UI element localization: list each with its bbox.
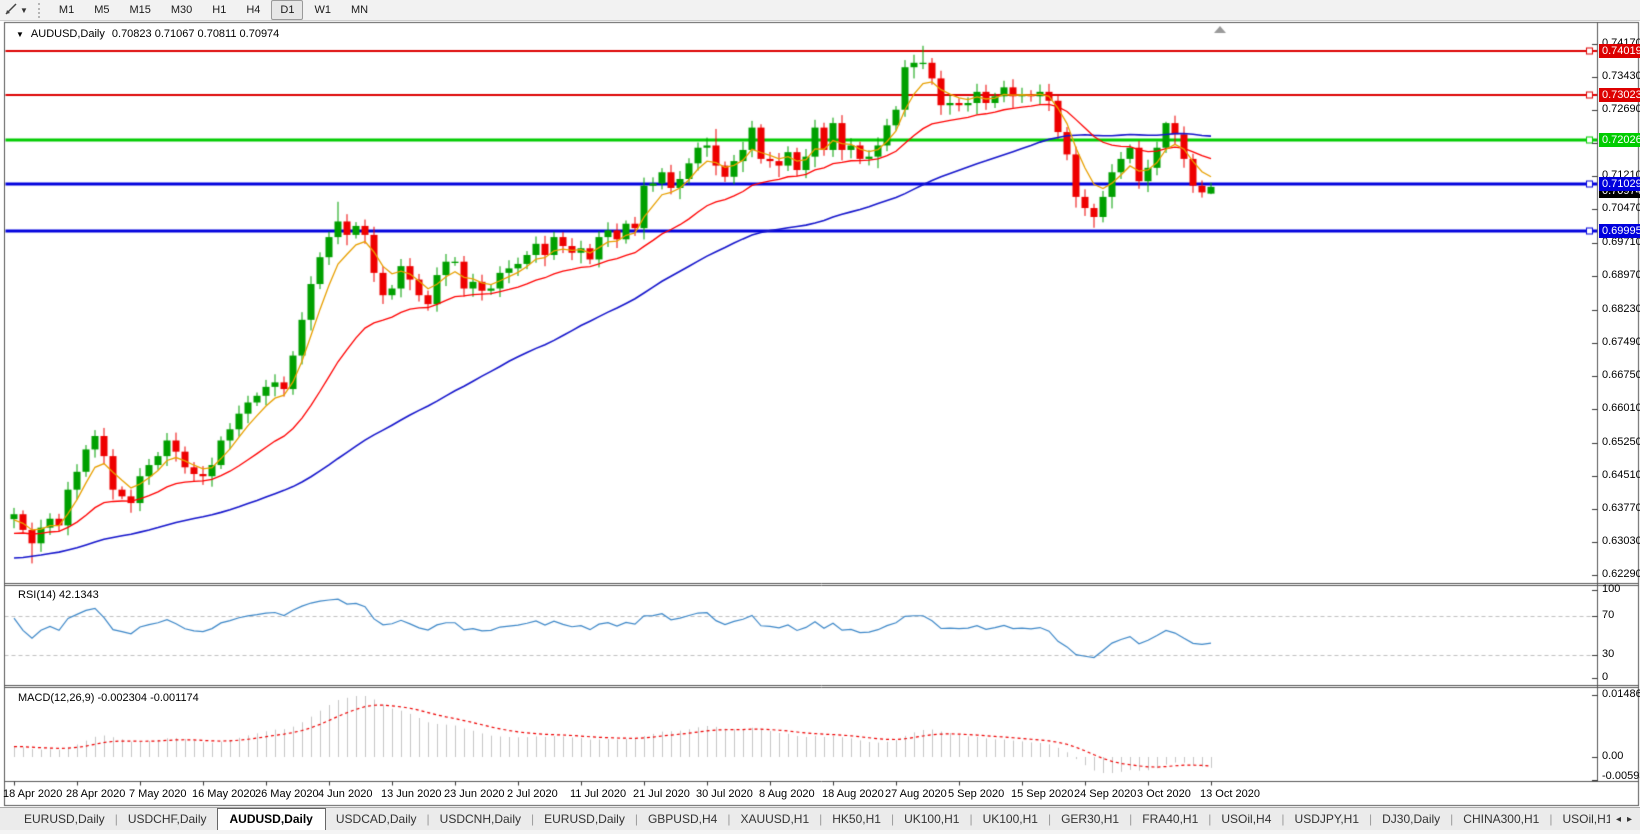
date-label: 4 Jun 2020 <box>318 788 373 800</box>
chart-tab[interactable]: UK100,H1 <box>973 809 1048 829</box>
timeframe-button-m1[interactable]: M1 <box>50 0 83 20</box>
chart-tab[interactable]: AUDUSD,Daily <box>216 808 326 830</box>
date-label: 2 Jul 2020 <box>507 788 558 800</box>
mt4-application-window: ▼ M1 M5 M15 M30 H1 H4 D1 W1 MN ▼ AUDUSD,Daily 0.… <box>0 0 1640 834</box>
date-label: 8 Aug 2020 <box>759 788 815 800</box>
symbol-dropdown-icon[interactable]: ▼ <box>16 30 24 39</box>
date-label: 27 Aug 2020 <box>885 788 947 800</box>
date-label: 13 Jun 2020 <box>381 788 442 800</box>
date-label: 16 May 2020 <box>192 788 256 800</box>
date-label: 15 Sep 2020 <box>1011 788 1074 800</box>
chart-tab[interactable]: USDJPY,H1 <box>1285 809 1369 829</box>
date-label: 30 Jul 2020 <box>696 788 753 800</box>
chart-title: ▼ AUDUSD,Daily 0.70823 0.71067 0.70811 0… <box>16 28 279 40</box>
tab-scroll-arrows: ◂ ▸ <box>1609 808 1638 830</box>
price-tick-label: 0.62290 <box>1602 568 1640 581</box>
rsi-axis-label: 70 <box>1602 609 1615 621</box>
timeframe-button-h1[interactable]: H1 <box>203 0 235 20</box>
ohlc-quote-values: 0.70823 0.71067 0.70811 0.70974 <box>111 28 280 40</box>
timeframe-button-group: M1 M5 M15 M30 H1 H4 D1 W1 MN <box>49 0 378 20</box>
rsi-indicator-label: RSI(14) 42.1343 <box>18 589 99 601</box>
timeframe-button-m30[interactable]: M30 <box>162 0 201 20</box>
hline-price-badge: 0.72026 <box>1599 132 1640 147</box>
date-label: 18 Aug 2020 <box>822 788 884 800</box>
price-tick-label: 0.69710 <box>1602 236 1640 249</box>
rsi-axis-label: 30 <box>1602 648 1615 660</box>
hline-price-badge: 0.71029 <box>1599 177 1640 192</box>
price-tick-label: 0.64510 <box>1602 468 1640 481</box>
timeframe-button-w1[interactable]: W1 <box>305 0 340 20</box>
timeframe-button-h4[interactable]: H4 <box>237 0 269 20</box>
chart-tab[interactable]: UK100,H1 <box>894 809 969 829</box>
symbol-timeframe-label: AUDUSD,Daily <box>30 28 105 40</box>
timeframe-button-m15[interactable]: M15 <box>120 0 159 20</box>
chart-tab[interactable]: USDCAD,Daily <box>326 809 427 829</box>
hline-price-badge: 0.73023 <box>1599 88 1640 103</box>
timeframe-button-m5[interactable]: M5 <box>85 0 118 20</box>
date-label: 7 May 2020 <box>129 788 187 800</box>
date-label: 18 Apr 2020 <box>3 788 63 800</box>
hline-price-badge: 0.69995 <box>1599 223 1640 238</box>
price-tick-label: 0.63030 <box>1602 534 1640 547</box>
line-tool-button[interactable]: ▼ <box>0 2 32 19</box>
macd-indicator-label: MACD(12,26,9) -0.002304 -0.001174 <box>18 692 199 704</box>
price-tick-label: 0.68970 <box>1602 269 1640 282</box>
tab-scroll-left-button[interactable]: ◂ <box>1616 814 1621 825</box>
date-label: 11 Jul 2020 <box>570 788 627 800</box>
macd-axis-label: 0.00 <box>1602 750 1624 762</box>
date-label: 28 Apr 2020 <box>66 788 126 800</box>
trendline-cursor-icon <box>4 2 18 19</box>
chart-tab[interactable]: USDCHF,Daily <box>118 809 217 829</box>
chart-tab[interactable]: EURUSD,Daily <box>14 809 115 829</box>
status-strip <box>0 830 1640 834</box>
price-tick-label: 0.68230 <box>1602 302 1640 315</box>
price-tick-label: 0.70470 <box>1602 202 1640 215</box>
timeframe-button-mn[interactable]: MN <box>342 0 377 20</box>
price-tick-label: 0.73430 <box>1602 70 1640 83</box>
rsi-axis-label: 100 <box>1602 583 1621 595</box>
tab-scroll-right-button[interactable]: ▸ <box>1627 814 1632 825</box>
timeframe-toolbar: ▼ M1 M5 M15 M30 H1 H4 D1 W1 MN <box>0 0 1640 21</box>
date-label: 24 Sep 2020 <box>1074 788 1137 800</box>
chevron-down-icon: ▼ <box>20 5 28 15</box>
price-tick-label: 0.65250 <box>1602 435 1640 448</box>
chart-tab[interactable]: USDCNH,Daily <box>430 809 531 829</box>
price-tick-label: 0.66010 <box>1602 401 1640 414</box>
chart-tab[interactable]: CHINA300,H1 <box>1453 809 1549 829</box>
chart-area[interactable] <box>0 0 1640 834</box>
chart-tab[interactable]: HK50,H1 <box>822 809 891 829</box>
chart-tab[interactable]: USOil,H4 <box>1211 809 1281 829</box>
date-label: 21 Jul 2020 <box>633 788 690 800</box>
price-tick-label: 0.66750 <box>1602 368 1640 381</box>
chart-tab-bar: EURUSD,Daily | USDCHF,Daily AUDUSD,Daily USD… <box>0 807 1640 830</box>
toolbar-grip-handle[interactable] <box>37 2 43 18</box>
macd-axis-label: -0.005938 <box>1602 770 1640 782</box>
date-label: 23 Jun 2020 <box>444 788 505 800</box>
date-label: 3 Oct 2020 <box>1137 788 1191 800</box>
hline-price-badge: 0.74019 <box>1599 43 1640 58</box>
price-tick-label: 0.63770 <box>1602 501 1640 514</box>
chart-tab[interactable]: EURUSD,Daily <box>534 809 635 829</box>
timeframe-button-d1[interactable]: D1 <box>271 0 304 20</box>
price-tick-label: 0.72690 <box>1602 103 1640 116</box>
rsi-axis-label: 0 <box>1602 671 1609 683</box>
date-label: 26 May 2020 <box>255 788 319 800</box>
chart-tab[interactable]: GBPUSD,H4 <box>638 809 727 829</box>
date-label: 5 Sep 2020 <box>948 788 1005 800</box>
macd-axis-label: 0.014861 <box>1602 687 1640 700</box>
chart-tab[interactable]: XAUUSD,H1 <box>730 809 819 829</box>
date-label: 13 Oct 2020 <box>1200 788 1260 800</box>
chart-tab[interactable]: DJ30,Daily <box>1372 809 1450 829</box>
price-tick-label: 0.67490 <box>1602 335 1640 348</box>
chart-tab[interactable]: FRA40,H1 <box>1132 809 1208 829</box>
chart-tab[interactable]: GER30,H1 <box>1051 809 1129 829</box>
